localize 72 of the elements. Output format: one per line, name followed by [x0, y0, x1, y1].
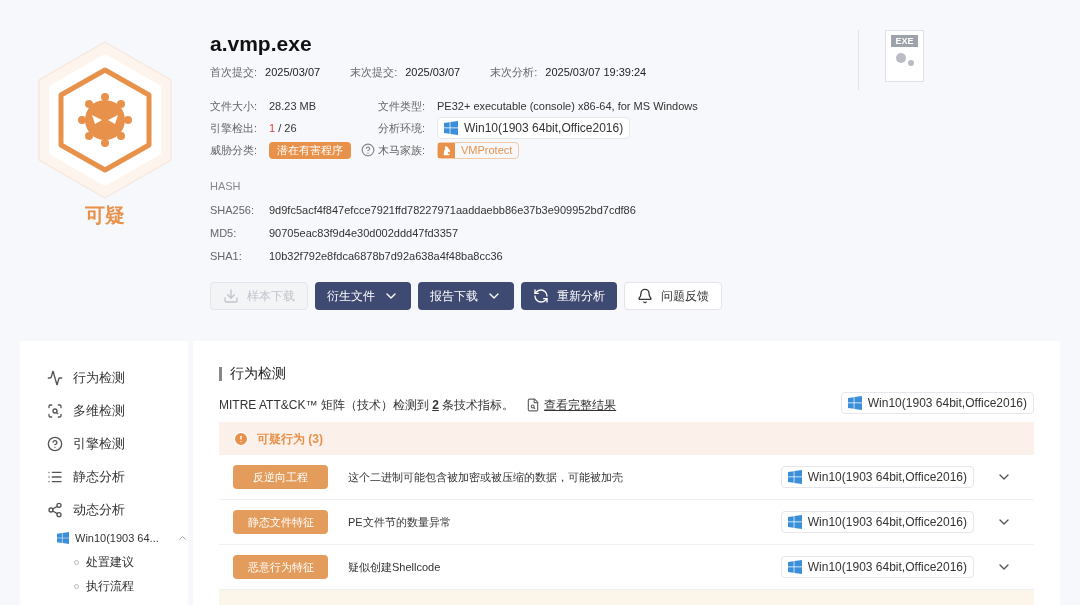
- field-label: 分析环境:: [378, 120, 427, 136]
- sidebar-item[interactable]: 行为检测: [47, 361, 188, 394]
- document-search-icon: [526, 398, 541, 412]
- hash-label: SHA256:: [210, 203, 256, 219]
- sidebar-item[interactable]: 引擎检测: [47, 427, 188, 460]
- threat-tag: 潜在有害程序: [269, 141, 351, 159]
- environment-tag: Win10(1903 64bit,Office2016): [437, 117, 631, 139]
- field-label: 文件大小:: [210, 98, 259, 114]
- hash-value: 9d9fc5acf4f847efcce7921ffd78227971aaddaebb86e37b3e909952bd7cdf86: [269, 203, 636, 219]
- field-label: 威胁分类:: [210, 142, 259, 158]
- sidebar-item[interactable]: 多维检测: [47, 394, 188, 427]
- behavior-description: PE文件节的数量异常: [348, 514, 452, 530]
- windows-icon: [787, 515, 802, 529]
- hash-label: SHA1:: [210, 249, 243, 265]
- category-tag: 静态文件特征: [233, 510, 328, 534]
- help-icon: [361, 143, 375, 157]
- environment-tag: Win10(1903 64bit,Office2016): [780, 556, 974, 578]
- windows-icon: [787, 560, 802, 574]
- date-label: 末次提交:: [350, 65, 398, 80]
- reanalyze-button[interactable]: 重新分析: [521, 282, 617, 310]
- file-type-badge: EXE: [891, 35, 918, 47]
- behavior-description: 这个二进制可能包含被加密或被压缩的数据，可能被加壳: [348, 469, 624, 485]
- full-results-link[interactable]: 查看完整结果: [544, 396, 617, 414]
- field-label: 文件类型:: [378, 98, 427, 114]
- group-title: 可疑行为 (3): [257, 430, 323, 448]
- feedback-button[interactable]: 问题反馈: [624, 282, 722, 310]
- date-value: 2025/03/07: [405, 65, 461, 80]
- field-value: 1 / 26: [269, 120, 297, 136]
- category-tag: 反逆向工程: [233, 465, 328, 489]
- windows-icon: [444, 121, 458, 135]
- file-name: a.vmp.exe: [210, 31, 313, 57]
- section-title: 行为检测: [230, 364, 286, 383]
- date-label: 末次分析:: [490, 65, 538, 80]
- sidebar-item-icon: [47, 402, 63, 419]
- date-label: 首次提交:: [210, 65, 258, 80]
- hash-value: 10b32f792e8fdca6878b7d92a638a4f48ba8cc36: [269, 249, 503, 265]
- horse-icon: [438, 142, 455, 158]
- category-tag: 恶意行为特征: [233, 555, 328, 579]
- hash-label: MD5:: [210, 226, 238, 242]
- field-value: PE32+ executable (console) x86-64, for MS Windows: [437, 98, 698, 114]
- windows-icon: [847, 396, 862, 410]
- family-tag: VMProtect: [437, 141, 520, 159]
- hash-title: HASH: [210, 178, 242, 194]
- refresh-icon: [533, 288, 549, 304]
- field-label: 木马家族:: [378, 142, 427, 158]
- bell-icon: [637, 288, 653, 304]
- sidebar-item[interactable]: 静态分析: [47, 460, 188, 493]
- sub-nav-item[interactable]: 处置建议: [86, 553, 134, 571]
- dropdown-button[interactable]: 衍生文件: [315, 282, 411, 310]
- sidebar-item-icon: [47, 369, 63, 386]
- hexagon-badge-icon: [35, 40, 175, 200]
- download-icon: [223, 288, 239, 304]
- environment-tag: Win10(1903 64bit,Office2016): [780, 511, 974, 533]
- windows-icon: [787, 470, 802, 484]
- environment-tag: Win10(1903 64bit,Office2016): [840, 392, 1034, 414]
- sub-nav-item[interactable]: 执行流程: [86, 577, 134, 595]
- sidebar-item-icon: [47, 501, 63, 518]
- date-value: 2025/03/07 19:39:24: [545, 65, 647, 80]
- summary-text: MITRE ATT&CK™ 矩阵（技术）检测到 2 条技术指标。: [219, 397, 515, 414]
- environment-tag: Win10(1903 64bit,Office2016): [780, 466, 974, 488]
- field-value: 28.23 MB: [269, 98, 317, 114]
- verdict-label: 可疑: [85, 203, 125, 228]
- field-label: 引擎检出:: [210, 120, 259, 136]
- hash-value: 90705eac83f9d4e30d002ddd47fd3357: [269, 226, 459, 242]
- environment-item[interactable]: Win10(1903 64...: [47, 526, 188, 550]
- sidebar-item[interactable]: 动态分析: [47, 493, 188, 526]
- behavior-description: 疑似创建Shellcode: [348, 559, 442, 575]
- dropdown-button[interactable]: 报告下载: [418, 282, 514, 310]
- windows-icon: [57, 532, 69, 544]
- date-value: 2025/03/07: [265, 65, 321, 80]
- warning-icon: [233, 430, 249, 447]
- sidebar-item-icon: [47, 435, 63, 452]
